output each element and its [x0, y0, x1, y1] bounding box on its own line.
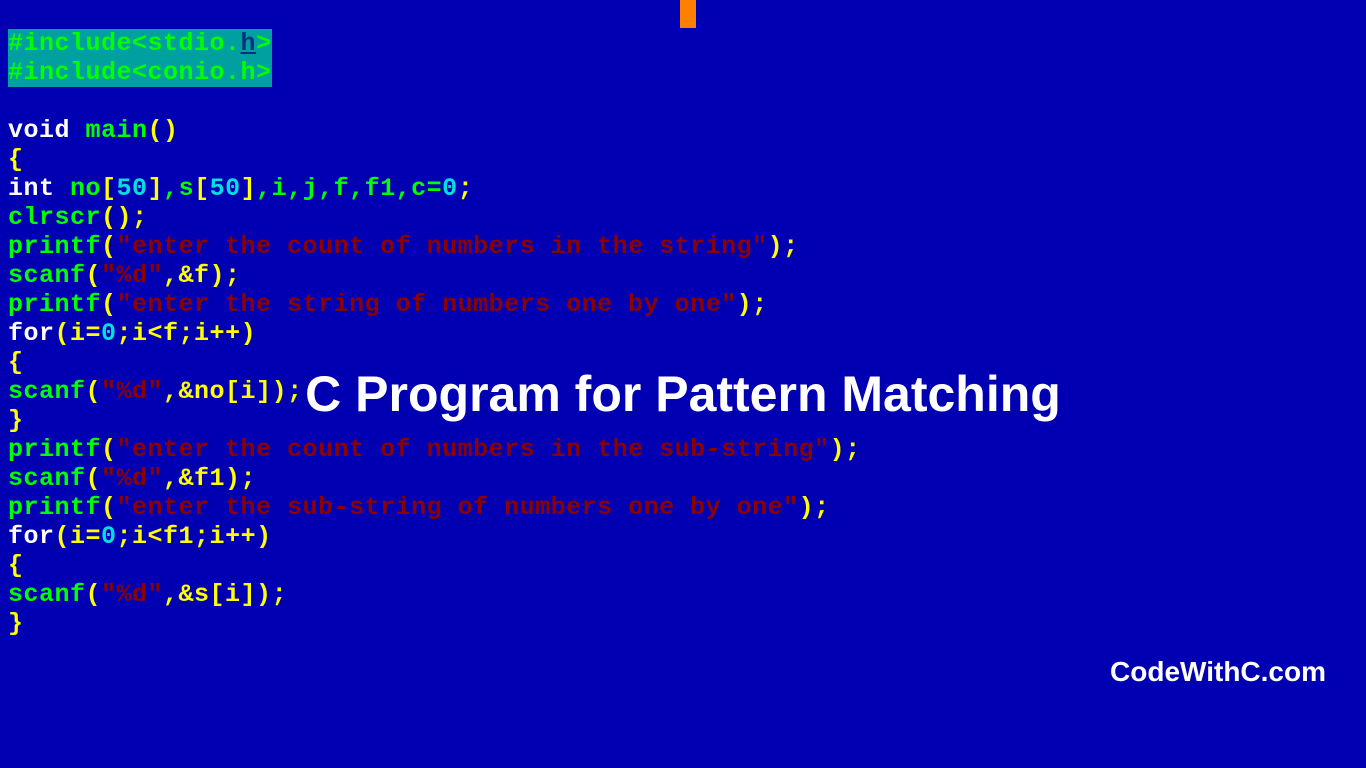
watermark: CodeWithC.com: [1110, 656, 1326, 688]
turboc-editor: #include<stdio.h> #include<conio.h> void…: [0, 0, 1366, 768]
include-line-1: #include<stdio.h>: [8, 29, 272, 58]
include-line-2: #include<conio.h>: [8, 58, 272, 87]
code-area: #include<stdio.h> #include<conio.h> void…: [8, 0, 861, 638]
overlay-title: C Program for Pattern Matching: [0, 365, 1366, 423]
